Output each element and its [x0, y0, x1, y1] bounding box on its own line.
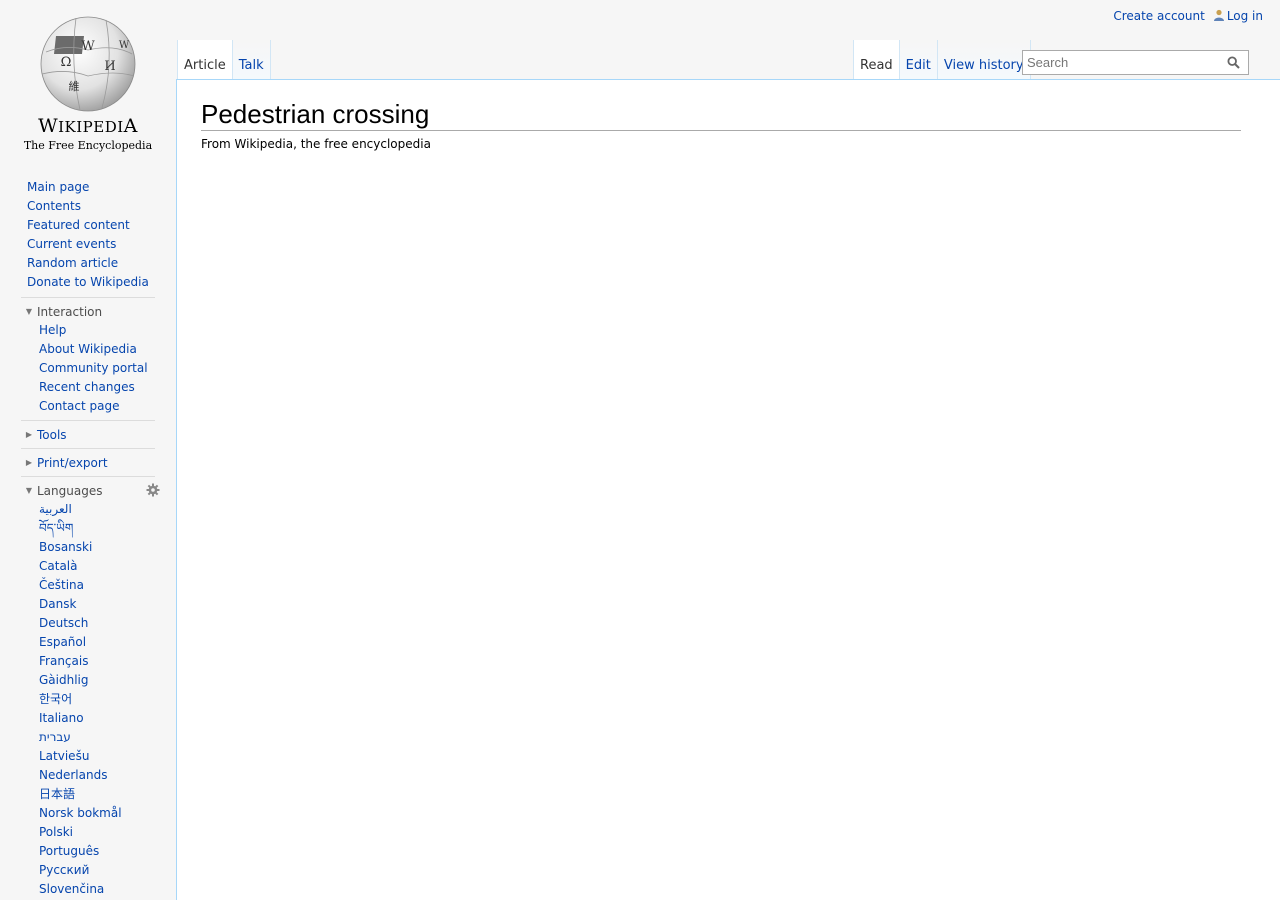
logo-tagline: The Free Encyclopedia [23, 139, 153, 152]
svg-text:И: И [104, 59, 115, 74]
wikipedia-logo[interactable]: W Ω И 維 W WIKIPEDIA The Free Encyclopedi… [0, 0, 176, 160]
create-account-link[interactable]: Create account [1113, 9, 1205, 23]
search-button[interactable] [1223, 53, 1243, 73]
lang-portuguese[interactable]: Português [39, 844, 99, 858]
svg-text:Ω: Ω [61, 55, 72, 70]
namespace-tabs: Article Talk [177, 40, 271, 80]
lang-czech[interactable]: Čeština [39, 578, 84, 592]
nav-featured-content[interactable]: Featured content [27, 218, 130, 232]
site-subtitle: From Wikipedia, the free encyclopedia [201, 136, 431, 151]
portal-interaction-toggle[interactable]: ▼ Interaction [21, 298, 155, 325]
portal-tools-heading[interactable]: Tools [37, 428, 67, 442]
lang-slovak[interactable]: Slovenčina [39, 882, 104, 896]
view-tabs: Read Edit View history [853, 40, 1031, 80]
nav-random-article[interactable]: Random article [27, 256, 118, 270]
lang-bosnian[interactable]: Bosanski [39, 540, 92, 554]
tab-edit[interactable]: Edit [899, 40, 938, 80]
lang-latvian[interactable]: Latviešu [39, 749, 89, 763]
portal-languages: ▼ Languages العربية བོད་ཡིག Bosanski Cat… [21, 476, 160, 899]
nav-contact-page[interactable]: Contact page [39, 399, 119, 413]
portal-interaction-heading: Interaction [37, 304, 103, 319]
lang-catalan[interactable]: Català [39, 559, 77, 573]
logo-wordmark: WIKIPEDIA [38, 115, 138, 137]
lang-french[interactable]: Français [39, 654, 88, 668]
search-icon [1226, 56, 1240, 69]
portal-print-export-toggle[interactable]: ▶ Print/export [21, 449, 155, 476]
login-link-wrap[interactable]: Log in [1213, 9, 1263, 23]
svg-text:維: 維 [69, 80, 80, 93]
nav-donate[interactable]: Donate to Wikipedia [27, 275, 149, 289]
lang-italian[interactable]: Italiano [39, 711, 84, 725]
lang-japanese[interactable]: 日本語 [39, 787, 75, 801]
lang-gaelic[interactable]: Gàidhlig [39, 673, 89, 687]
portal-tools: ▶ Tools [21, 420, 155, 448]
triangle-down-icon: ▼ [25, 486, 33, 495]
nav-about-wikipedia[interactable]: About Wikipedia [39, 342, 137, 356]
portal-tools-toggle[interactable]: ▶ Tools [21, 421, 155, 448]
lang-hebrew[interactable]: עברית [39, 730, 71, 744]
page-title: Pedestrian crossing [201, 100, 1241, 131]
lang-norwegian[interactable]: Norsk bokmål [39, 806, 122, 820]
lang-korean[interactable]: 한국어 [39, 692, 72, 706]
personal-tools: Create account Log in [1113, 9, 1263, 23]
gear-icon[interactable] [146, 483, 160, 497]
nav-help[interactable]: Help [39, 323, 66, 337]
main-content: Pedestrian crossing From Wikipedia, the … [176, 79, 1280, 900]
main-navigation: Main page Contents Featured content Curr… [0, 178, 176, 292]
nav-main-page[interactable]: Main page [27, 180, 89, 194]
portal-languages-heading: Languages [37, 483, 103, 498]
portal-languages-toggle[interactable]: ▼ Languages [21, 477, 160, 504]
lang-spanish[interactable]: Español [39, 635, 86, 649]
lang-russian[interactable]: Русский [39, 863, 89, 877]
nav-current-events[interactable]: Current events [27, 237, 116, 251]
lang-dutch[interactable]: Nederlands [39, 768, 107, 782]
portal-print-export-heading[interactable]: Print/export [37, 456, 108, 470]
lang-tibetan[interactable]: བོད་ཡིག [39, 521, 73, 535]
triangle-right-icon: ▶ [25, 458, 33, 467]
search-input[interactable] [1023, 51, 1223, 74]
svg-text:W: W [81, 39, 95, 54]
sidebar: Main page Contents Featured content Curr… [0, 178, 176, 899]
tab-article[interactable]: Article [177, 40, 233, 80]
login-link[interactable]: Log in [1227, 9, 1263, 23]
lang-arabic[interactable]: العربية [39, 502, 72, 516]
nav-recent-changes[interactable]: Recent changes [39, 380, 135, 394]
puzzle-globe-icon: W Ω И 維 W [40, 16, 136, 112]
lang-polish[interactable]: Polski [39, 825, 73, 839]
portal-print-export: ▶ Print/export [21, 448, 155, 476]
triangle-down-icon: ▼ [25, 307, 33, 316]
search-box [1022, 50, 1249, 75]
portal-interaction: ▼ Interaction Help About Wikipedia Commu… [21, 297, 155, 420]
tab-view-history[interactable]: View history [937, 40, 1031, 80]
tab-talk[interactable]: Talk [232, 40, 271, 80]
nav-contents[interactable]: Contents [27, 199, 81, 213]
user-icon [1213, 9, 1224, 21]
triangle-right-icon: ▶ [25, 430, 33, 439]
nav-community-portal[interactable]: Community portal [39, 361, 148, 375]
tab-read[interactable]: Read [853, 40, 900, 80]
svg-text:W: W [119, 40, 130, 51]
lang-danish[interactable]: Dansk [39, 597, 76, 611]
lang-german[interactable]: Deutsch [39, 616, 88, 630]
